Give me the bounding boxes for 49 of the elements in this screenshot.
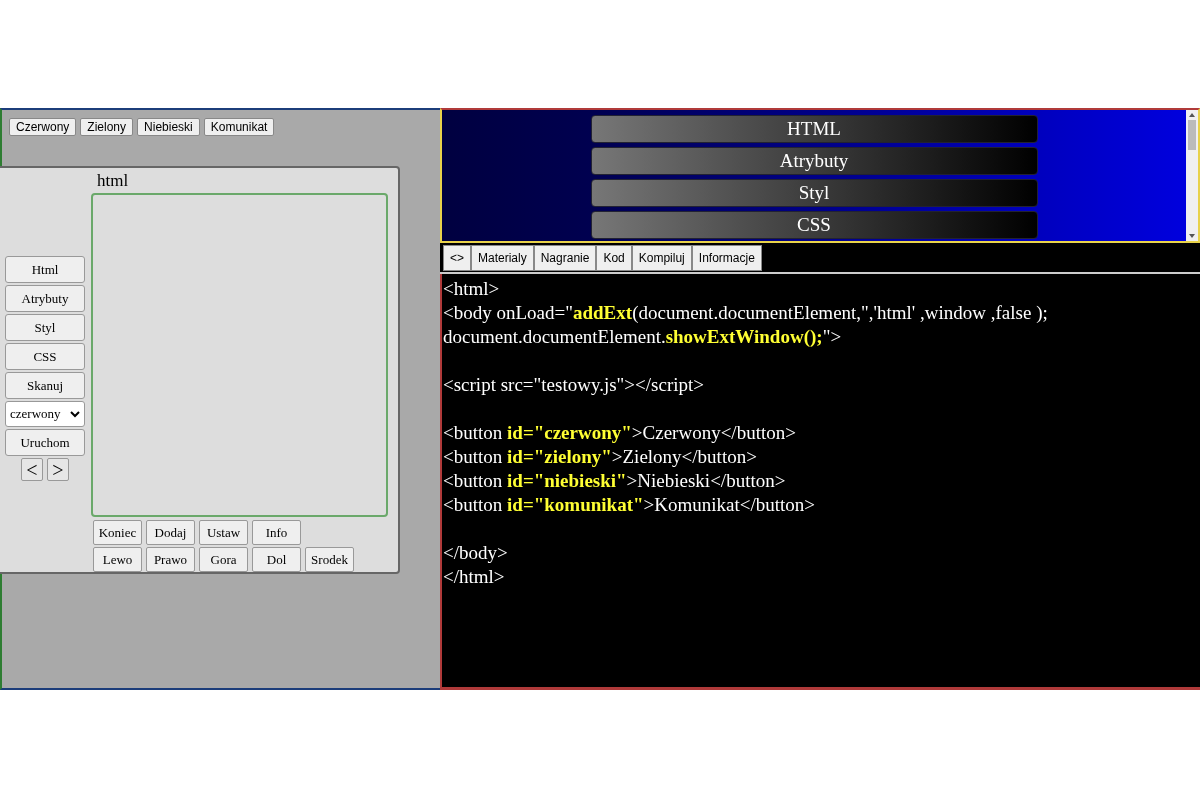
color-button[interactable]: Czerwony [9,118,77,136]
scroll-down-icon[interactable] [1189,234,1195,238]
tab[interactable]: Informacje [691,245,762,271]
code-line: document.documentElement.showExtWindow();"> [443,325,843,349]
tab[interactable]: Materialy [471,245,534,271]
tab[interactable]: Kompiluj [631,245,692,271]
chevron-down-icon [70,410,80,418]
menu-item[interactable]: CSS [590,211,1038,239]
code-line: <button id="zielony">Zielony</button> [443,445,758,469]
text-area[interactable] [91,193,388,517]
tab[interactable]: Nagranie [533,245,597,271]
code-line: <body onLoad="addExt(document.documentElement,",'html' ,window ,false ); [443,301,1049,325]
action-button[interactable]: Info [252,520,301,545]
action-button[interactable]: Dodaj [146,520,195,545]
tab[interactable]: <> [443,245,471,271]
run-button[interactable]: Uruchom [5,429,85,456]
action-button[interactable]: Koniec [93,520,142,545]
color-button[interactable]: Zielony [80,118,134,136]
nav-button[interactable]: < [21,458,43,481]
action-button[interactable]: Srodek [305,547,354,572]
action-button[interactable]: Dol [252,547,301,572]
action-button[interactable]: Gora [199,547,248,572]
code-line: <script src="testowy.js"></script> [443,373,705,397]
nav-button[interactable]: > [47,458,69,481]
color-select[interactable]: czerwony [5,401,85,427]
menu-item[interactable]: Atrybuty [590,147,1038,175]
code-line: <button id="komunikat">Komunikat</button> [443,493,816,517]
code-line: </body> [443,541,509,565]
action-button[interactable]: Prawo [146,547,195,572]
side-button[interactable]: Atrybuty [5,285,85,312]
code-line: <html> [443,277,501,301]
action-button[interactable]: Ustaw [199,520,248,545]
scroll-up-icon[interactable] [1189,113,1195,117]
scrollbar-thumb[interactable] [1188,120,1196,150]
code-line: <button id="niebieski">Niebieski</button> [443,469,787,493]
code-line: </html> [443,565,506,589]
code-line: <button id="czerwony">Czerwony</button> [443,421,797,445]
color-button[interactable]: Niebieski [137,118,200,136]
side-button[interactable]: CSS [5,343,85,370]
tab[interactable]: Kod [596,245,632,271]
scrollbar[interactable] [1186,110,1198,241]
dialog-title: html [97,171,130,192]
side-button[interactable]: Html [5,256,85,283]
side-button[interactable]: Styl [5,314,85,341]
menu-item[interactable]: HTML [590,115,1038,143]
color-button[interactable]: Komunikat [203,118,275,136]
side-button[interactable]: Skanuj [5,372,85,399]
action-button[interactable]: Lewo [93,547,142,572]
menu-item[interactable]: Styl [590,179,1038,207]
